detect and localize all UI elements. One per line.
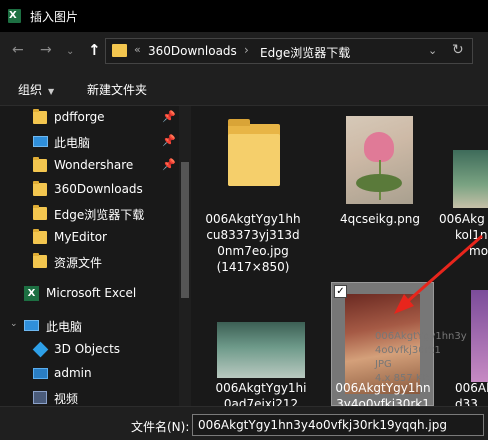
- folder-icon: [33, 181, 47, 196]
- excel-icon: X: [24, 286, 39, 301]
- forward-arrow-icon[interactable]: →: [40, 42, 52, 58]
- pin-icon[interactable]: 📌: [162, 110, 176, 123]
- nav-item-label: Microsoft Excel: [46, 286, 137, 300]
- address-prefix[interactable]: «: [134, 43, 141, 56]
- nav-item-this-pc-root[interactable]: ⌄ 此电脑: [0, 314, 178, 338]
- pin-icon[interactable]: 📌: [162, 134, 176, 147]
- chevron-down-icon[interactable]: ⌄: [10, 319, 18, 329]
- monitor-icon: [33, 368, 48, 379]
- folder-front: [228, 134, 280, 186]
- folder-thumbnail-icon[interactable]: [228, 119, 280, 186]
- refresh-icon[interactable]: ↻: [452, 42, 464, 58]
- nav-item-myeditor[interactable]: MyEditor: [0, 226, 178, 250]
- nav-item-label: pdfforge: [54, 110, 105, 124]
- cube-icon: [32, 341, 49, 358]
- breadcrumb-segment[interactable]: Edge浏览器下载: [260, 44, 350, 61]
- address-bar[interactable]: « 360Downloads › Edge浏览器下载 ⌄ ↻: [105, 38, 473, 64]
- filename-field[interactable]: 006AkgtYgy1hn3y4o0vfkj30rk19yqqh.jpg: [192, 414, 484, 436]
- nav-item-label: 资源文件: [54, 256, 103, 270]
- folder-icon: [112, 44, 127, 57]
- address-row: ← → ⌄ ↑ « 360Downloads › Edge浏览器下载 ⌄ ↻: [0, 32, 488, 70]
- folder-icon: [33, 205, 47, 220]
- nav-item-label: 360Downloads: [54, 182, 143, 196]
- toolbar: 组织 ▼ 新建文件夹: [0, 70, 488, 106]
- nav-item-wondershare[interactable]: Wondershare 📌: [0, 154, 178, 178]
- nav-item-label: 3D Objects: [54, 342, 121, 356]
- nav-item-admin[interactable]: admin: [0, 362, 178, 386]
- organize-button[interactable]: 组织 ▼: [18, 81, 54, 98]
- breadcrumb-segment[interactable]: 360Downloads: [148, 44, 237, 58]
- nav-item-microsoft-excel[interactable]: X Microsoft Excel: [0, 282, 178, 306]
- nav-item-this-pc[interactable]: 此电脑 📌: [0, 130, 178, 154]
- video-icon: [33, 391, 47, 404]
- excel-icon: X: [8, 9, 21, 23]
- file-caption-line: d33: [455, 397, 478, 406]
- nav-item-resources[interactable]: 资源文件: [0, 250, 178, 274]
- folder-icon: [33, 253, 47, 268]
- file-caption-line: cu83373yj313d: [206, 228, 300, 242]
- folder-tab: [228, 119, 250, 126]
- organize-label: 组织: [18, 83, 43, 97]
- back-arrow-icon[interactable]: ←: [12, 42, 24, 58]
- folder-icon: [33, 229, 47, 244]
- nav-item-label: MyEditor: [54, 230, 107, 244]
- file-caption-line: 3y4o0vfkj30rk1: [336, 397, 430, 406]
- folder-icon: [33, 157, 47, 172]
- file-caption-line: mo: [469, 244, 488, 258]
- filename-bar: 文件名(N): 006AkgtYgy1hn3y4o0vfkj30rk19yqqh…: [0, 406, 488, 440]
- scrollbar-thumb[interactable]: [181, 162, 189, 298]
- file-caption[interactable]: 006AkgtYgy1hi 0ad7ejxi212: [205, 380, 317, 406]
- nav-item-360downloads[interactable]: 360Downloads: [0, 178, 178, 202]
- file-caption-line: 006AkgtYgy1hi: [215, 381, 307, 395]
- file-caption-line: kol1n: [455, 228, 488, 242]
- nav-item-label: Edge浏览器下载: [54, 208, 145, 222]
- ghost-line: 006AkgtYgy1hn3y: [375, 331, 467, 342]
- nav-item-videos[interactable]: 视频: [0, 386, 178, 406]
- lotus-flower: [364, 132, 394, 162]
- file-caption-line: 0ad7ejxi212: [223, 397, 299, 406]
- file-caption-line: 006AkgtYgy1hh: [205, 212, 301, 226]
- nav-item-label: 此电脑: [54, 136, 91, 150]
- nav-item-3d-objects[interactable]: 3D Objects: [0, 338, 178, 362]
- nav-item-label: 此电脑: [46, 320, 83, 334]
- up-arrow-icon[interactable]: ↑: [88, 42, 101, 58]
- file-caption[interactable]: 4qcseikg.png: [324, 211, 436, 227]
- drag-ghost-tooltip: 006AkgtYgy1hn3y 4o0vfkj30rk1 JPG 4.x 857…: [375, 330, 485, 386]
- landscape-thumbnail[interactable]: [453, 150, 488, 208]
- recent-dropdown-icon[interactable]: ⌄: [66, 44, 74, 60]
- file-caption[interactable]: 006Akg kol1n mo: [439, 211, 488, 259]
- new-folder-button[interactable]: 新建文件夹: [87, 81, 147, 98]
- ghost-line: 4o0vfkj30rk1: [375, 345, 441, 356]
- pc-icon: [33, 136, 48, 147]
- lotus-thumbnail[interactable]: [346, 116, 413, 204]
- forest-thumbnail[interactable]: [217, 322, 305, 378]
- chevron-down-icon[interactable]: ⌄: [428, 44, 437, 57]
- nav-item-label: Wondershare: [54, 158, 134, 172]
- lotus-leaf: [356, 174, 402, 192]
- pin-icon[interactable]: 📌: [162, 158, 176, 171]
- nav-item-label: 视频: [54, 392, 79, 406]
- checkbox-icon[interactable]: ✓: [334, 285, 347, 298]
- file-caption-line: 0nm7eo.jpg: [217, 244, 289, 258]
- folder-icon: [33, 109, 47, 124]
- nav-item-pdfforge[interactable]: pdfforge 📌: [0, 106, 178, 130]
- file-caption-line: 006Akg: [439, 212, 485, 226]
- file-caption[interactable]: 006AkgtYgy1hh cu83373yj313d 0nm7eo.jpg (…: [197, 211, 309, 275]
- ghost-line: JPG: [375, 359, 392, 370]
- title-bar: X 插入图片: [0, 0, 488, 32]
- breadcrumb-separator[interactable]: ›: [244, 43, 249, 57]
- caret-down-icon: ▼: [48, 87, 55, 96]
- window-title: 插入图片: [30, 10, 79, 24]
- navigation-pane: pdfforge 📌 此电脑 📌 Wondershare 📌 360Downlo…: [0, 106, 193, 406]
- file-caption-line: (1417×850): [216, 260, 290, 274]
- file-caption-line: 4qcseikg.png: [339, 212, 421, 226]
- nav-item-edge-downloads[interactable]: Edge浏览器下载: [0, 202, 178, 226]
- pc-icon: [24, 320, 39, 331]
- filename-label: 文件名(N):: [131, 420, 190, 434]
- nav-scrollbar[interactable]: [179, 106, 191, 406]
- nav-item-label: admin: [54, 366, 92, 380]
- ghost-line: 4.x 857 KB: [375, 373, 430, 384]
